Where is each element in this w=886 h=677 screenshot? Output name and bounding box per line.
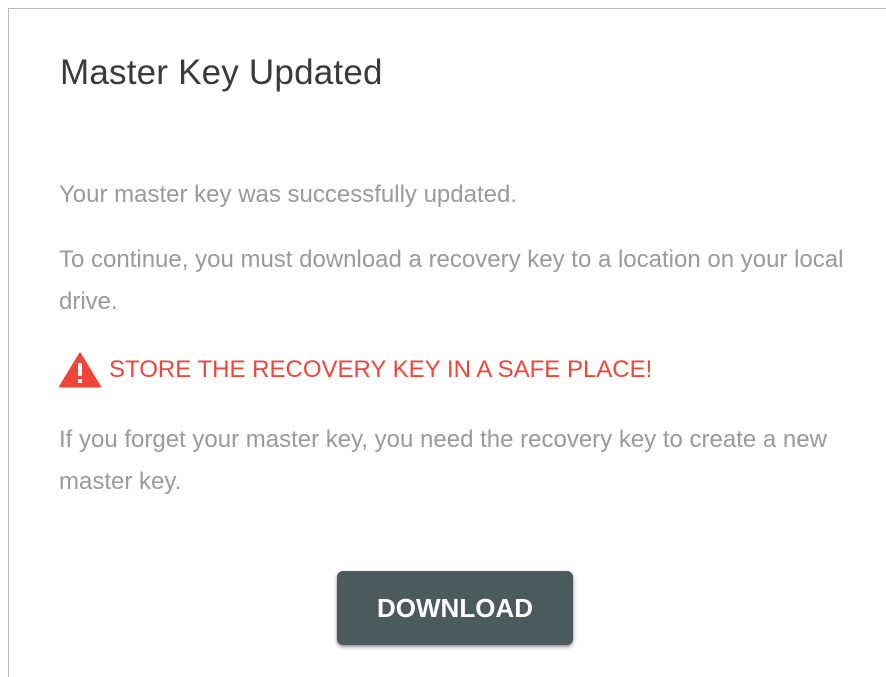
success-message: Your master key was successfully updated… [59,181,518,208]
warning-text: STORE THE RECOVERY KEY IN A SAFE PLACE! [109,356,653,383]
warning-triangle-icon [59,352,101,388]
recovery-explanation: If you forget your master key, you need … [59,426,827,495]
download-button[interactable]: DOWNLOAD [337,571,573,645]
screen: Master Key Updated Your master key was s… [0,0,886,677]
download-instruction: To continue, you must download a recover… [59,246,844,315]
warning-banner: STORE THE RECOVERY KEY IN A SAFE PLACE! [59,349,652,391]
dialog-title: Master Key Updated [60,53,383,92]
master-key-updated-dialog: Master Key Updated Your master key was s… [9,9,886,677]
